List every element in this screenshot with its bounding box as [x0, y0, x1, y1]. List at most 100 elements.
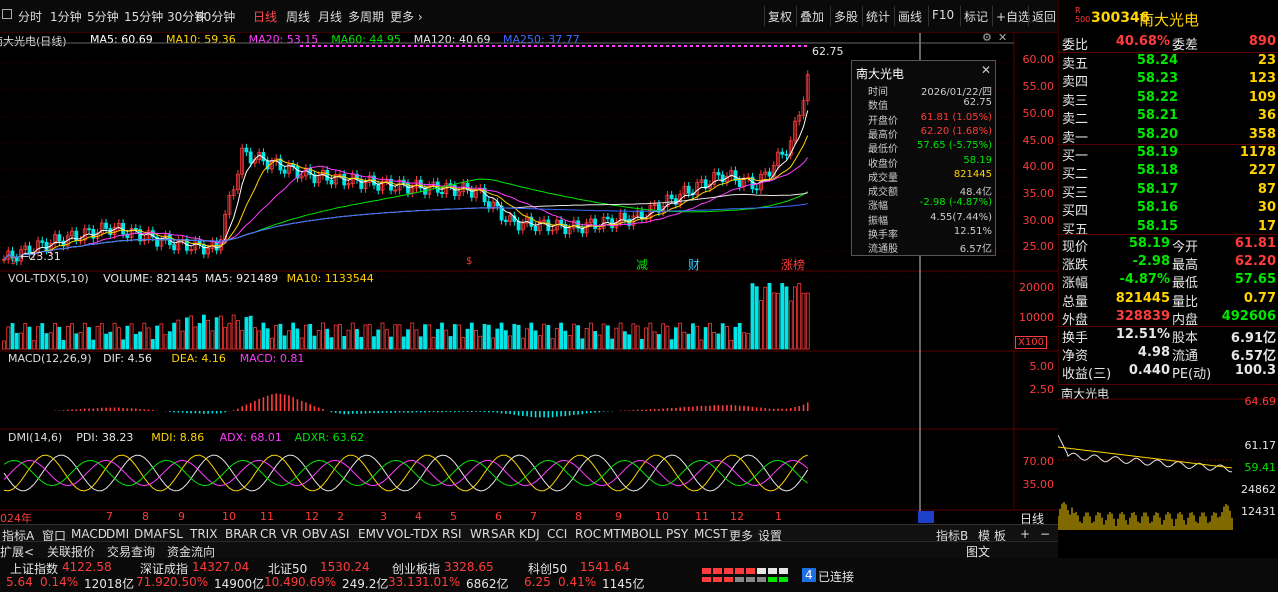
indicator-tab-13[interactable]: VOL-TDX — [386, 527, 438, 541]
indicator-tab-20[interactable]: MTM — [603, 527, 631, 541]
tooltip-key: 换手率 — [868, 230, 898, 241]
index-change: 6.25 — [524, 575, 551, 589]
candle-body — [767, 171, 772, 177]
signal-dot — [348, 45, 351, 47]
signal-dot — [396, 45, 399, 47]
indicator-tab-8[interactable]: CR — [260, 527, 277, 541]
tooltip-row: 最低价 57.65 (-5.75%) — [856, 140, 994, 155]
period-tab-1[interactable]: 1分钟 — [50, 8, 82, 25]
volume-bar — [223, 326, 228, 350]
toolbar-button-3[interactable]: 统计 — [862, 6, 893, 26]
candle-body — [780, 151, 785, 155]
connection-count: 4 — [802, 568, 816, 582]
signal-dot — [570, 45, 573, 47]
indicator-tab-3[interactable]: DMI — [106, 527, 129, 541]
toolbar-button-5[interactable]: F10 — [928, 6, 957, 26]
volume-bar — [82, 322, 87, 350]
indicator-tab-12[interactable]: EMV — [358, 527, 384, 541]
volume-legend-0: VOL-TDX(5,10) — [8, 272, 89, 285]
volume-bar — [503, 330, 508, 350]
indicator-tab-10[interactable]: OBV — [302, 527, 328, 541]
menu-square-icon[interactable] — [2, 9, 12, 19]
quote-key: 股本 — [1172, 331, 1199, 346]
period-tab-0[interactable]: 分时 — [18, 8, 42, 25]
period-tab-6[interactable]: 日线 — [253, 8, 277, 25]
period-tab-10[interactable]: 更多 › — [390, 8, 423, 25]
volume-bar — [559, 322, 563, 350]
volume-legend-3: MA10: 1133544 — [286, 272, 374, 285]
volume-bar — [627, 334, 632, 350]
indicator-tab-5[interactable]: FSL — [162, 527, 183, 541]
period-tab-8[interactable]: 月线 — [318, 8, 342, 25]
indicator-tab-9[interactable]: VR — [281, 527, 298, 541]
indicator-tab-23[interactable]: MCST — [694, 527, 728, 541]
volume-bar — [338, 324, 342, 350]
period-tab-3[interactable]: 15分钟 — [124, 8, 163, 25]
event-mark-s1: $ — [10, 256, 17, 267]
volume-bar — [601, 323, 606, 350]
indicator-tab-21[interactable]: BOLL — [631, 527, 662, 541]
volume-bar — [163, 334, 168, 350]
market-breadth-bar2 — [713, 577, 722, 582]
indicator-tab-4[interactable]: DMA — [134, 527, 162, 541]
indicator-tab-17[interactable]: KDJ — [519, 527, 540, 541]
tooltip-row: 数值 62.75 — [856, 97, 994, 112]
event-mark-limitup[interactable]: 涨榜 — [781, 256, 805, 273]
volume-bar — [261, 322, 266, 350]
indicator-tab-14[interactable]: RSI — [442, 527, 462, 541]
volume-bar — [537, 335, 542, 350]
volume-bar — [78, 332, 83, 350]
minus-icon[interactable]: − — [1040, 527, 1050, 541]
stat-row: 涨幅 -4.87% 最低 57.65 — [1060, 272, 1278, 291]
market-breadth-bar — [746, 568, 755, 574]
candle-body — [104, 222, 108, 229]
index-value: 4122.58 — [62, 560, 112, 574]
period-tab-9[interactable]: 多周期 — [348, 8, 384, 25]
toolbar-button-7[interactable]: +自选 — [992, 6, 1033, 26]
indicator-tab-19[interactable]: ROC — [575, 527, 601, 541]
event-mark-finance[interactable]: 财 — [688, 256, 700, 273]
period-tab-7[interactable]: 周线 — [286, 8, 310, 25]
volume-bar — [474, 329, 478, 350]
quote-value: 0.77 — [1243, 290, 1276, 306]
indicator-tab-18[interactable]: CCI — [547, 527, 567, 541]
indicator-tab-15[interactable]: WR — [470, 527, 490, 541]
toolbar-button-6[interactable]: 标记 — [960, 6, 991, 26]
volume-bar — [401, 336, 406, 350]
volume-bar — [631, 323, 636, 350]
volume-bar — [359, 336, 364, 350]
quote-key: 最高 — [1172, 258, 1199, 274]
tooltip-close-icon[interactable]: ✕ — [981, 63, 991, 77]
tooltip-value: 2026/01/22/四 — [920, 87, 992, 98]
signal-dot — [480, 45, 483, 47]
candle-body — [244, 147, 249, 153]
volume-bar — [614, 327, 619, 350]
signal-dot — [528, 45, 531, 47]
toolbar-button-4[interactable]: 画线 — [894, 6, 925, 26]
period-tab-5[interactable]: 60分钟 — [196, 8, 235, 25]
period-tab-2[interactable]: 5分钟 — [87, 8, 119, 25]
toolbar-button-0[interactable]: 复权 — [764, 6, 795, 26]
indicator-tab-6[interactable]: TRIX — [190, 527, 217, 541]
toolbar-button-8[interactable]: 返回 — [1028, 6, 1059, 26]
volume-bar — [172, 322, 177, 350]
indicator-tab-11[interactable]: ASI — [330, 527, 349, 541]
plus-icon[interactable]: + — [1020, 527, 1030, 541]
toolbar-button-1[interactable]: 叠加 — [796, 6, 827, 26]
quote-qty: 123 — [1248, 71, 1276, 87]
indicator-tab-7[interactable]: BRAR — [225, 527, 258, 541]
event-mark-reduce[interactable]: 减 — [636, 256, 648, 273]
toolbar-button-2[interactable]: 多股 — [830, 6, 861, 26]
index-amount: 14900亿 — [214, 577, 265, 591]
sell-row: 卖二 58.21 36 — [1060, 108, 1278, 127]
connection-status[interactable]: 已连接 — [818, 568, 854, 585]
quote-key: 涨跌 — [1062, 258, 1089, 274]
market-breadth-bar — [713, 568, 722, 574]
indicator-tab-16[interactable]: SAR — [491, 527, 515, 541]
event-mark-s2: $ — [466, 256, 473, 267]
volume-bar — [87, 327, 91, 350]
stat2-row: 收益(三) 0.440 PE(动) 100.3 — [1060, 363, 1278, 382]
indicator-tab-22[interactable]: PSY — [666, 527, 688, 541]
candle-body — [248, 151, 253, 164]
indicator-tab-2[interactable]: MACD — [71, 527, 107, 541]
